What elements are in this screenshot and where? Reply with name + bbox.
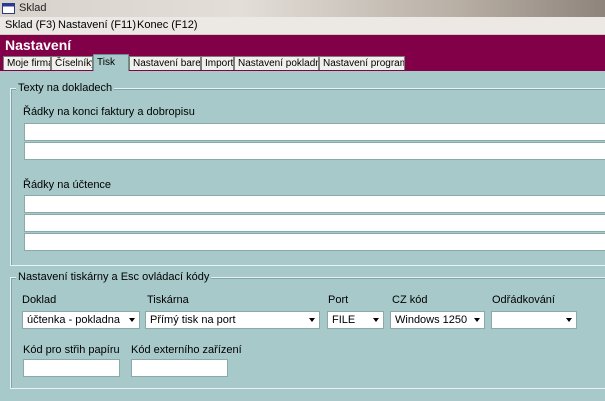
port-value: FILE <box>332 314 356 326</box>
menu-konec[interactable]: Konec (F12) <box>137 19 198 31</box>
tiskarna-select[interactable]: Přímý tisk na port <box>145 311 320 329</box>
chevron-down-icon <box>474 318 480 322</box>
menu-bar: Sklad (F3) Nastavení (F11) Konec (F12) <box>0 17 605 35</box>
menu-nastaveni[interactable]: Nastavení (F11) <box>58 19 136 31</box>
external-device-code-input[interactable] <box>131 359 228 377</box>
receipt-line-1-input[interactable] <box>24 195 605 213</box>
invoice-line-2-input[interactable] <box>24 142 605 160</box>
chevron-down-icon <box>129 318 135 322</box>
title-bar: Sklad <box>0 0 605 17</box>
port-label: Port <box>328 294 349 306</box>
paper-cut-code-input[interactable] <box>23 359 120 377</box>
tab-import[interactable]: Import <box>201 56 234 70</box>
chevron-down-icon <box>309 318 315 322</box>
externi-label: Kód externího zařízení <box>131 344 242 356</box>
window-title: Sklad <box>19 2 47 14</box>
doklad-value: účtenka - pokladna <box>27 314 120 326</box>
tab-nastaveni-programu[interactable]: Nastavení programu <box>319 56 405 70</box>
tab-strip: Moje firma Číselníky Tisk Nastavení bare… <box>0 54 605 71</box>
tab-tisk[interactable]: Tisk <box>93 54 129 71</box>
chevron-down-icon <box>566 318 572 322</box>
receipt-line-3-input[interactable] <box>24 233 605 251</box>
cz-kod-select[interactable]: Windows 1250 <box>390 311 485 329</box>
tab-nastaveni-pokladny[interactable]: Nastavení pokladny <box>234 56 319 70</box>
receipt-lines-label: Řádky na účtence <box>23 179 112 191</box>
page-header: Nastavení <box>0 35 605 55</box>
tab-ciselniky[interactable]: Číselníky <box>51 56 93 70</box>
receipt-line-2-input[interactable] <box>24 214 605 232</box>
invoice-lines-label: Řádky na konci faktury a dobropisu <box>23 106 195 118</box>
doklad-label: Doklad <box>22 294 57 306</box>
odradkovani-label: Odřádkování <box>492 294 555 306</box>
menu-sklad[interactable]: Sklad (F3) <box>5 19 56 31</box>
page-title: Nastavení <box>5 37 72 53</box>
texts-group-label: Texty na dokladech <box>16 82 115 94</box>
cz-kod-value: Windows 1250 <box>395 314 468 326</box>
port-select[interactable]: FILE <box>327 311 384 329</box>
app-window-icon <box>2 3 15 14</box>
printer-group-label: Nastavení tiskárny a Esc ovládací kódy <box>16 271 212 283</box>
tiskarna-label: Tiskárna <box>147 294 189 306</box>
invoice-line-1-input[interactable] <box>24 123 605 141</box>
tab-nastaveni-barev[interactable]: Nastavení barev <box>129 56 201 70</box>
chevron-down-icon <box>373 318 379 322</box>
strih-label: Kód pro střih papíru <box>23 344 120 356</box>
tab-moje-firma[interactable]: Moje firma <box>3 56 51 70</box>
odradkovani-select[interactable] <box>491 311 577 329</box>
doklad-select[interactable]: účtenka - pokladna <box>22 311 140 329</box>
tiskarna-value: Přímý tisk na port <box>150 314 236 326</box>
cz-kod-label: CZ kód <box>392 294 428 306</box>
